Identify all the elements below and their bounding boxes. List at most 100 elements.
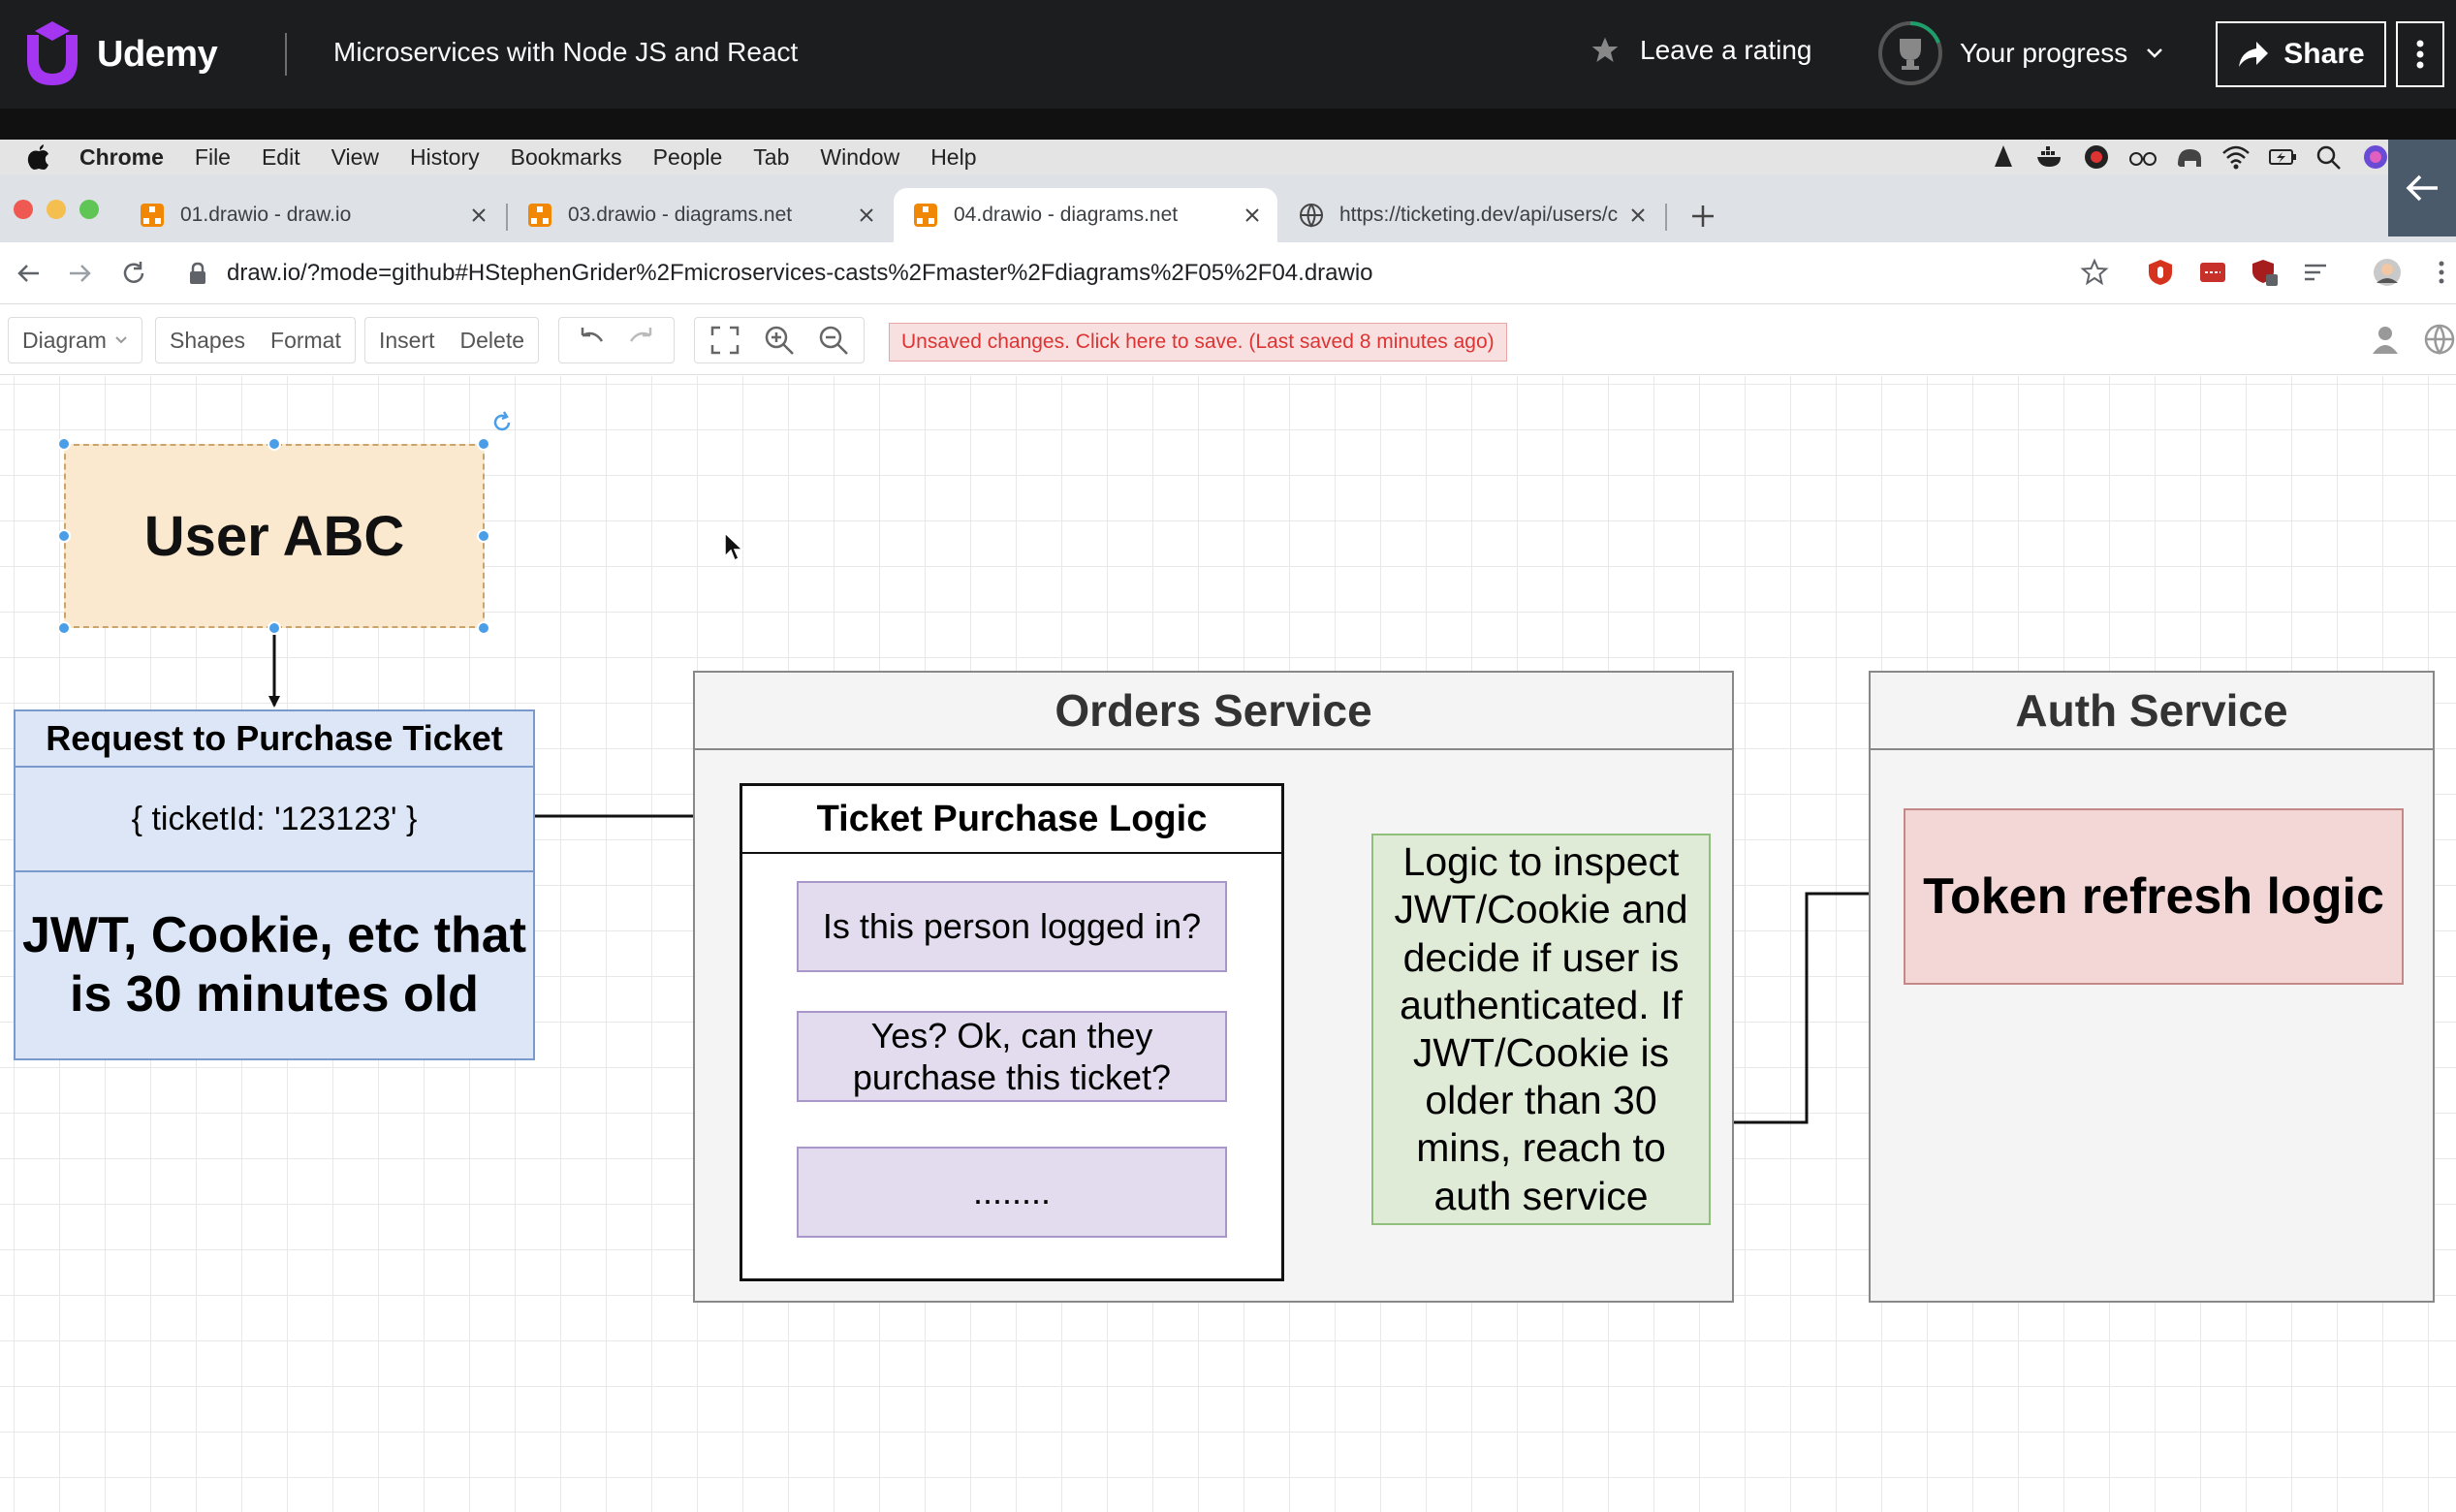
udemy-logo-icon	[27, 21, 78, 85]
menu-history[interactable]: History	[410, 144, 480, 171]
tab-01-drawio[interactable]: 01.drawio - draw.io	[120, 188, 504, 242]
video-letterbox	[0, 109, 2456, 140]
menu-chrome[interactable]: Chrome	[79, 144, 164, 171]
course-title[interactable]: Microservices with Node JS and React	[333, 37, 798, 68]
tab-ticketing-api[interactable]: https://ticketing.dev/api/users/c	[1279, 188, 1663, 242]
zoom-out-icon[interactable]	[817, 324, 850, 357]
zoom-in-icon[interactable]	[763, 324, 796, 357]
edit-group: Insert Delete	[364, 317, 540, 363]
share-button[interactable]: Share	[2216, 21, 2386, 87]
elephant-icon[interactable]	[2175, 143, 2204, 171]
glasses-icon[interactable]	[2128, 143, 2157, 171]
menu-help[interactable]: Help	[930, 144, 976, 171]
selection-handle[interactable]	[477, 529, 490, 543]
more-options-button[interactable]	[2396, 21, 2444, 87]
ticket-purchase-logic-node[interactable]: Ticket Purchase Logic Is this person log…	[740, 783, 1284, 1281]
list-extension-icon[interactable]	[2301, 258, 2330, 287]
window-zoom-button[interactable]	[79, 200, 99, 219]
new-tab-icon[interactable]	[1688, 202, 1717, 231]
diagram-menu-label: Diagram	[22, 327, 107, 353]
selection-handle[interactable]	[57, 529, 71, 543]
delete-button[interactable]: Delete	[460, 328, 524, 354]
battery-icon[interactable]	[2268, 143, 2297, 171]
window-minimize-button[interactable]	[47, 200, 66, 219]
menu-view[interactable]: View	[331, 144, 379, 171]
menu-tab[interactable]: Tab	[753, 144, 789, 171]
chevron-down-icon	[2147, 48, 2163, 58]
user-icon[interactable]	[2369, 323, 2402, 356]
tab-03-drawio[interactable]: 03.drawio - diagrams.net	[508, 188, 892, 242]
request-node[interactable]: Request to Purchase Ticket { ticketId: '…	[14, 709, 535, 1433]
close-icon[interactable]	[1243, 205, 1262, 225]
auth-service-container[interactable]: Auth Service Token refresh logic	[1869, 671, 2435, 1303]
shield-extension-icon[interactable]	[2251, 258, 2280, 287]
wifi-icon[interactable]	[2221, 143, 2251, 171]
undo-redo-group	[558, 317, 675, 363]
rotate-handle-icon[interactable]	[490, 411, 514, 434]
share-label: Share	[2283, 38, 2365, 70]
menu-tray	[1971, 143, 2437, 171]
apple-icon[interactable]	[27, 144, 50, 170]
forward-arrow-icon[interactable]	[66, 260, 93, 287]
fit-page-icon[interactable]	[708, 324, 741, 357]
bookmark-star-icon[interactable]	[2080, 258, 2109, 287]
close-icon[interactable]	[469, 205, 488, 225]
progress-label: Your progress	[1960, 38, 2128, 68]
todo-extension-icon[interactable]	[2198, 258, 2227, 287]
redo-icon[interactable]	[627, 324, 660, 357]
mouse-cursor-icon	[724, 531, 744, 562]
selection-handle[interactable]	[477, 437, 490, 451]
format-button[interactable]: Format	[270, 328, 341, 354]
inspect-line: JWT/Cookie and	[1394, 887, 1688, 932]
siri-icon[interactable]	[2361, 143, 2390, 171]
selection-handle[interactable]	[57, 621, 71, 635]
user-node[interactable]: User ABC	[64, 444, 485, 628]
close-icon[interactable]	[857, 205, 876, 225]
progress-button[interactable]: Your progress	[1876, 19, 2164, 87]
shapes-button[interactable]: Shapes	[170, 328, 245, 354]
inspect-jwt-logic-node[interactable]: Logic to inspect JWT/Cookie and decide i…	[1371, 834, 1711, 1225]
docker-icon[interactable]	[2035, 143, 2064, 171]
chrome-menu-icon[interactable]	[2427, 258, 2456, 287]
tab-04-drawio[interactable]: 04.drawio - diagrams.net	[894, 188, 1277, 242]
selection-handle[interactable]	[268, 621, 281, 635]
inspect-line: JWT/Cookie is	[1412, 1030, 1670, 1075]
diagram-menu[interactable]: Diagram	[8, 317, 142, 363]
reload-icon[interactable]	[120, 260, 147, 287]
tab-title: 03.drawio - diagrams.net	[568, 204, 793, 226]
search-icon[interactable]	[2314, 143, 2344, 171]
vlc-icon[interactable]	[1989, 143, 2018, 171]
language-globe-icon[interactable]	[2423, 323, 2456, 356]
undo-icon[interactable]	[573, 324, 606, 357]
menu-edit[interactable]: Edit	[262, 144, 300, 171]
address-bar[interactable]: draw.io/?mode=github#HStephenGrider%2Fmi…	[171, 250, 2119, 297]
step-ellipsis[interactable]: ........	[797, 1147, 1227, 1238]
menu-people[interactable]: People	[653, 144, 723, 171]
udemy-header: Udemy Microservices with Node JS and Rea…	[0, 0, 2456, 109]
step-logged-in[interactable]: Is this person logged in?	[797, 881, 1227, 972]
window-close-button[interactable]	[14, 200, 33, 219]
insert-button[interactable]: Insert	[379, 328, 435, 354]
adblock-extension-icon[interactable]	[2146, 258, 2175, 287]
selection-handle[interactable]	[477, 621, 490, 635]
leave-rating-button[interactable]: Leave a rating	[1590, 35, 1811, 66]
udemy-logo[interactable]: Udemy	[23, 19, 218, 89]
menu-file[interactable]: File	[195, 144, 231, 171]
back-arrow-icon[interactable]	[16, 260, 43, 287]
menu-bookmarks[interactable]: Bookmarks	[511, 144, 622, 171]
chevron-down-icon	[115, 336, 127, 344]
diagram-canvas[interactable]: User ABC Request to Purchase Ticket { ti…	[0, 376, 2456, 1512]
request-title: Request to Purchase Ticket	[14, 709, 535, 768]
unsaved-changes-banner[interactable]: Unsaved changes. Click here to save. (La…	[889, 323, 1507, 362]
record-icon[interactable]	[2082, 143, 2111, 171]
profile-avatar-icon[interactable]	[2373, 258, 2402, 287]
selection-handle[interactable]	[57, 437, 71, 451]
selection-handle[interactable]	[268, 437, 281, 451]
orders-service-container[interactable]: Orders Service Ticket Purchase Logic Is …	[693, 671, 1734, 1303]
menu-window[interactable]: Window	[820, 144, 899, 171]
step-can-purchase[interactable]: Yes? Ok, can they purchase this ticket?	[797, 1011, 1227, 1102]
close-icon[interactable]	[1628, 205, 1648, 225]
token-refresh-node[interactable]: Token refresh logic	[1904, 808, 2404, 985]
header-divider	[285, 33, 287, 76]
sidebar-toggle-button[interactable]	[2388, 140, 2456, 236]
